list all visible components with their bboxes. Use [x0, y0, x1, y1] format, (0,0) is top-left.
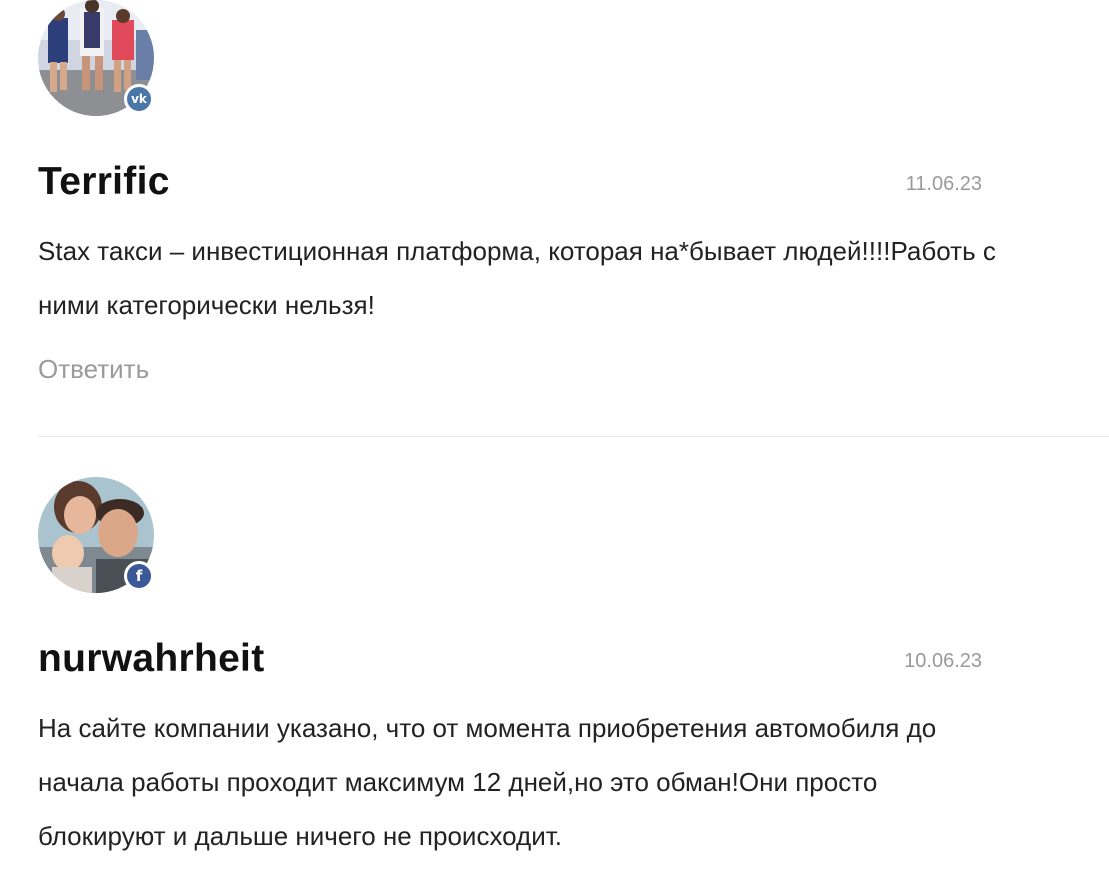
comment-date: 11.06.23	[905, 173, 982, 195]
facebook-icon: f	[124, 561, 154, 591]
avatar-container[interactable]: vk	[38, 0, 156, 118]
comment-header: Terrific 11.06.23	[38, 160, 1109, 220]
comment-item: vk Terrific 11.06.23 Stax такси – инвест…	[38, 0, 1109, 385]
comment-date: 10.06.23	[904, 650, 982, 672]
comment-divider	[38, 436, 1109, 437]
reply-button[interactable]: Ответить	[38, 354, 149, 385]
comment-item: f nurwahrheit 10.06.23 На сайте компании…	[38, 477, 1109, 863]
avatar-container[interactable]: f	[38, 477, 156, 595]
author-name[interactable]: Terrific	[38, 160, 170, 204]
comment-text: Stax такси – инвестиционная платформа, к…	[38, 236, 996, 320]
author-name[interactable]: nurwahrheit	[38, 637, 264, 681]
comment-text: На сайте компании указано, что от момент…	[38, 713, 937, 851]
vk-icon: vk	[124, 84, 154, 114]
comment-header: nurwahrheit 10.06.23	[38, 637, 1109, 697]
